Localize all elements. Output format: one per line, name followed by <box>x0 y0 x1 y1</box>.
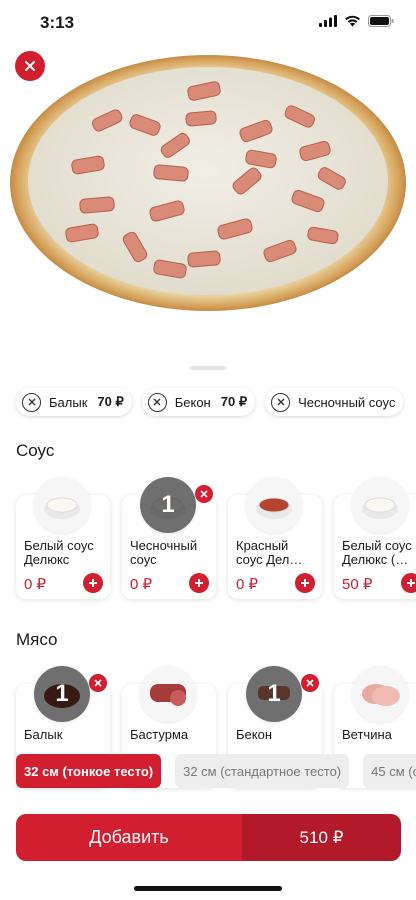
ingredient-name: Белый соус Делюкс (… <box>342 538 412 567</box>
meat-image <box>140 666 196 722</box>
remove-button[interactable] <box>89 674 107 692</box>
chip-label: Балык <box>49 394 88 410</box>
chip-price: 70 ₽ <box>97 394 124 409</box>
status-bar: 3:13 <box>0 0 416 44</box>
close-icon <box>25 61 35 71</box>
size-option-45[interactable]: 45 см (с <box>363 754 416 788</box>
ingredient-name: Бастурма <box>130 727 189 742</box>
battery-icon <box>368 15 394 27</box>
ingredient-price: 50 ₽ <box>342 576 373 593</box>
pizza-illustration <box>10 55 406 311</box>
chip-label: Бекон <box>174 394 211 410</box>
add-label: Добавить <box>16 814 242 861</box>
add-button[interactable] <box>83 573 103 593</box>
add-button[interactable] <box>189 573 209 593</box>
section-title-meat: Мясо <box>16 630 58 649</box>
selected-count: 1 <box>140 477 196 533</box>
signal-icon <box>319 15 337 27</box>
selected-count: 1 <box>246 666 302 722</box>
ingredient-card[interactable]: Красный соус Дел… 0 ₽ <box>228 477 322 599</box>
ingredient-card[interactable]: Белый соус Делюкс 0 ₽ <box>16 477 110 599</box>
sheet-handle[interactable] <box>190 366 226 370</box>
ingredient-name: Белый соус Делюкс <box>24 538 94 567</box>
selected-count: 1 <box>34 666 90 722</box>
ingredient-price: 0 ₽ <box>130 576 153 593</box>
add-to-cart-button[interactable]: Добавить 510 ₽ <box>16 814 401 861</box>
status-icons <box>319 15 394 27</box>
ingredient-name: Красный соус Дел… <box>236 538 303 567</box>
plus-icon <box>407 579 415 587</box>
chip-bekon: Бекон 70 ₽ <box>141 388 256 416</box>
close-button[interactable] <box>15 51 45 81</box>
sauce-row: Белый соус Делюкс 0 ₽ 1 Чесночный соус 0… <box>16 477 416 599</box>
total-price: 510 ₽ <box>242 814 401 861</box>
close-icon <box>277 398 285 406</box>
remove-button[interactable] <box>195 485 213 503</box>
meat-image <box>352 666 408 722</box>
close-icon <box>200 490 208 498</box>
add-button[interactable] <box>401 573 416 593</box>
ingredient-price: 0 ₽ <box>236 576 259 593</box>
size-option-32-standard[interactable]: 32 см (стандартное тесто) <box>175 754 350 788</box>
ingredient-card[interactable]: Белый соус Делюкс (… 50 ₽ <box>334 477 416 599</box>
add-button[interactable] <box>295 573 315 593</box>
ingredient-price: 0 ₽ <box>24 576 47 593</box>
remove-chip-button[interactable] <box>271 392 291 412</box>
chip-label: Чесночный соус <box>298 394 396 410</box>
close-icon <box>153 398 161 406</box>
close-icon <box>94 679 102 687</box>
plus-icon <box>89 579 97 587</box>
remove-chip-button[interactable] <box>147 392 167 412</box>
sauce-bowl-image <box>246 477 302 533</box>
sauce-bowl-image <box>34 477 90 533</box>
home-indicator <box>134 886 282 891</box>
remove-chip-button[interactable] <box>22 392 41 412</box>
selected-ingredients: Балык 70 ₽ Бекон 70 ₽ Чесночный соус <box>16 388 416 416</box>
ingredient-name: Ветчина <box>342 727 392 742</box>
chip-price: 70 ₽ <box>220 394 248 409</box>
ingredient-name: Бекон <box>236 727 273 742</box>
status-time: 3:13 <box>40 13 75 32</box>
ingredient-card[interactable]: 1 Чесночный соус 0 ₽ <box>122 477 216 599</box>
ingredient-name: Балык <box>24 727 63 742</box>
plus-icon <box>301 579 309 587</box>
ingredient-name: Чесночный соус <box>130 538 198 567</box>
pizza-image <box>0 44 416 349</box>
remove-button[interactable] <box>301 674 319 692</box>
close-icon <box>306 679 314 687</box>
chip-balyk: Балык 70 ₽ <box>16 388 132 416</box>
sauce-bowl-image <box>352 477 408 533</box>
section-title-sauce: Соус <box>16 441 55 460</box>
close-icon <box>28 398 35 406</box>
wifi-icon <box>345 15 360 27</box>
plus-icon <box>195 579 203 587</box>
size-option-32-thin[interactable]: 32 см (тонкое тесто) <box>16 754 162 788</box>
chip-garlic-sauce: Чесночный соус <box>265 388 404 416</box>
size-selector: 32 см (тонкое тесто) 32 см (стандартное … <box>16 754 416 788</box>
